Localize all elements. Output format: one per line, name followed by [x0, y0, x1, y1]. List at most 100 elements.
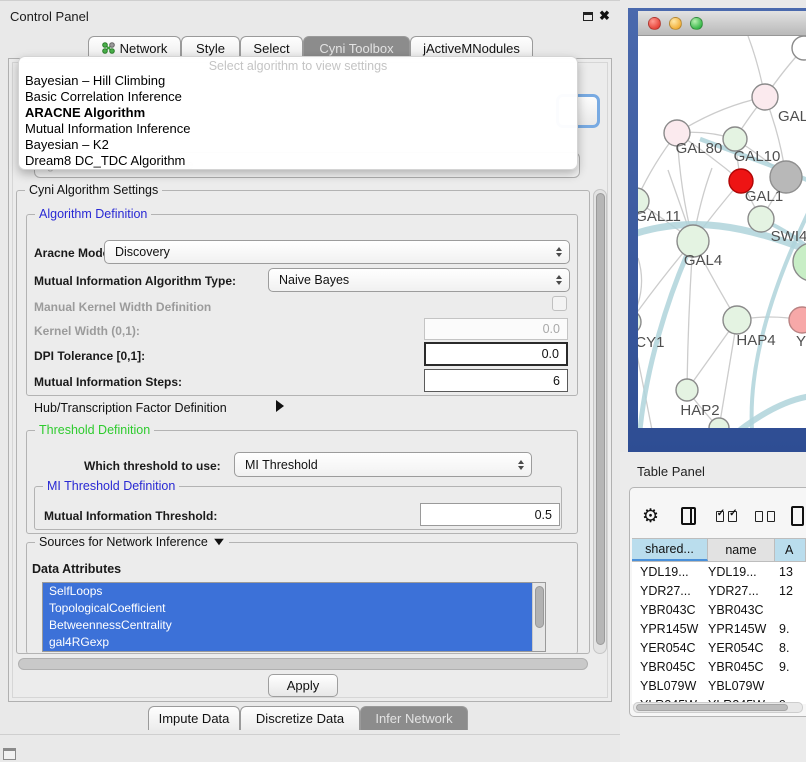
aracne-mode-label: Aracne Mode: [34, 246, 113, 260]
table-row[interactable]: YPR145WYPR145W9. [632, 619, 806, 638]
table-cell[interactable]: 13 [775, 565, 806, 579]
table-cell[interactable]: YBR045C [708, 660, 775, 674]
table-row[interactable]: YBR045CYBR045C9. [632, 657, 806, 676]
dropdown-item[interactable]: ARACNE Algorithm [19, 105, 577, 121]
table-cell[interactable]: YPR145W [708, 622, 775, 636]
close-icon[interactable]: ✖ [599, 8, 610, 24]
table-cell[interactable]: YBR043C [632, 603, 708, 617]
dropdown-item[interactable]: Bayesian – Hill Climbing [19, 73, 577, 89]
attribute-list-item[interactable]: TopologicalCoefficient [43, 600, 532, 617]
hub-definition-label: Hub/Transcription Factor Definition [34, 401, 227, 415]
table-body: YDL19...YDL19...13YDR27...YDR27...12YBR0… [632, 562, 806, 704]
tab-label: Style [196, 41, 225, 56]
table-cell[interactable]: YDR27... [708, 584, 775, 598]
scrollbar-thumb[interactable] [636, 704, 788, 711]
expand-arrow-icon[interactable] [276, 400, 284, 412]
which-threshold-combo[interactable]: MI Threshold [234, 452, 532, 477]
tab-discretize-data[interactable]: Discretize Data [240, 706, 360, 730]
float-window-icon[interactable] [583, 12, 593, 21]
table-row[interactable]: YER054CYER054C8. [632, 638, 806, 657]
table-cell[interactable]: YER054C [708, 641, 775, 655]
mi-threshold-field[interactable]: 0.5 [420, 503, 560, 526]
network-node[interactable] [676, 379, 698, 401]
scrollbar-thumb[interactable] [596, 193, 605, 645]
attribute-list-item[interactable]: SelfLoops [43, 583, 532, 600]
group-title: MI Threshold Definition [43, 479, 179, 493]
data-attributes-list[interactable]: SelfLoopsTopologicalCoefficientBetweenne… [42, 582, 546, 652]
node-table[interactable]: shared... name A YDL19...YDL19...13YDR27… [632, 538, 806, 704]
aracne-mode-combo[interactable]: Discovery [104, 240, 570, 264]
algorithm-dropdown[interactable]: Select algorithm to view settings Bayesi… [18, 56, 578, 170]
stepper-arrows-icon [556, 247, 562, 257]
kernel-width-field: 0.0 [424, 318, 568, 340]
network-node[interactable] [723, 306, 751, 334]
table-cell[interactable]: YBL079W [632, 679, 708, 693]
tab-impute-data[interactable]: Impute Data [148, 706, 240, 730]
dropdown-item[interactable]: Mutual Information Inference [19, 121, 577, 137]
manual-kernel-checkbox[interactable] [552, 296, 567, 311]
settings-vertical-scrollbar[interactable] [593, 189, 607, 654]
scrollbar-thumb[interactable] [535, 586, 544, 628]
table-cell[interactable]: YER054C [632, 641, 708, 655]
apply-button[interactable]: Apply [268, 674, 338, 697]
table-cell[interactable]: 12 [775, 584, 806, 598]
network-canvas[interactable]: GALGAL80GAL10GAL1GAL11SWI4GAL4GCY1HAP4YH… [638, 36, 806, 428]
gear-icon[interactable]: ⚙ [642, 505, 659, 528]
tab-label: Infer Network [375, 711, 452, 726]
network-node[interactable] [792, 36, 806, 60]
settings-horizontal-scrollbar[interactable] [18, 658, 588, 670]
minimize-traffic-light-icon[interactable] [669, 17, 682, 30]
unchecked-checkbox-icon[interactable] [755, 511, 763, 522]
table-cell[interactable]: YBR045C [632, 660, 708, 674]
column-header-name[interactable]: name [708, 539, 775, 561]
manual-kernel-label: Manual Kernel Width Definition [34, 300, 211, 314]
mi-type-combo[interactable]: Naive Bayes [268, 268, 570, 292]
checked-checkbox-icon[interactable] [728, 511, 736, 522]
network-node[interactable] [638, 310, 641, 334]
dpi-tolerance-field[interactable]: 0.0 [424, 342, 568, 366]
table-cell[interactable]: YDL19... [632, 565, 708, 579]
tab-label: Network [120, 41, 168, 56]
table-cell[interactable]: YBL079W [708, 679, 775, 693]
network-node[interactable] [789, 307, 806, 333]
group-title: Sources for Network Inference [35, 535, 229, 549]
network-node-label: GCY1 [638, 334, 664, 351]
tab-infer-network[interactable]: Infer Network [360, 706, 468, 730]
table-cell[interactable]: YDR27... [632, 584, 708, 598]
column-view-icon[interactable] [681, 507, 696, 525]
attribute-list-item[interactable]: BetweennessCentrality [43, 617, 532, 634]
dropdown-item[interactable]: Basic Correlation Inference [19, 89, 577, 105]
network-graph[interactable]: GALGAL80GAL10GAL1GAL11SWI4GAL4GCY1HAP4YH… [638, 36, 806, 428]
table-row[interactable]: YBL079WYBL079W [632, 676, 806, 695]
collapse-arrow-icon[interactable] [214, 539, 224, 545]
close-traffic-light-icon[interactable] [648, 17, 661, 30]
dropdown-item[interactable]: Dream8 DC_TDC Algorithm [19, 153, 577, 169]
column-header-shared-name[interactable]: shared... [632, 539, 708, 561]
checked-checkbox-icon[interactable] [716, 511, 724, 522]
table-row[interactable]: YDL19...YDL19...13 [632, 562, 806, 581]
table-cell[interactable]: YPR145W [632, 622, 708, 636]
table-cell[interactable]: 9. [775, 622, 806, 636]
dock-panel-icon[interactable] [3, 748, 16, 760]
table-horizontal-scrollbar[interactable] [633, 702, 803, 713]
document-icon[interactable] [791, 506, 804, 526]
control-panel-bottom-edge [0, 734, 620, 735]
table-cell[interactable]: 8. [775, 641, 806, 655]
table-cell[interactable]: YBR043C [708, 603, 775, 617]
dropdown-item[interactable]: Bayesian – K2 [19, 137, 577, 153]
table-row[interactable]: YBR043CYBR043C [632, 600, 806, 619]
dropdown-item-list: Bayesian – Hill ClimbingBasic Correlatio… [19, 73, 577, 169]
table-row[interactable]: YDR27...YDR27...12 [632, 581, 806, 600]
table-cell[interactable]: 9. [775, 660, 806, 674]
column-header-partial[interactable]: A [775, 539, 806, 561]
network-node[interactable] [752, 84, 778, 110]
unchecked-checkbox-icon[interactable] [767, 511, 775, 522]
mi-type-label: Mutual Information Algorithm Type: [34, 274, 236, 288]
network-window-titlebar[interactable] [638, 11, 806, 36]
attribute-list-item[interactable]: gal4RGexp [43, 634, 532, 651]
list-scrollbar[interactable] [532, 583, 545, 651]
tab-label: Select [253, 41, 289, 56]
zoom-traffic-light-icon[interactable] [690, 17, 703, 30]
table-cell[interactable]: YDL19... [708, 565, 775, 579]
mi-steps-field[interactable]: 6 [424, 369, 568, 392]
